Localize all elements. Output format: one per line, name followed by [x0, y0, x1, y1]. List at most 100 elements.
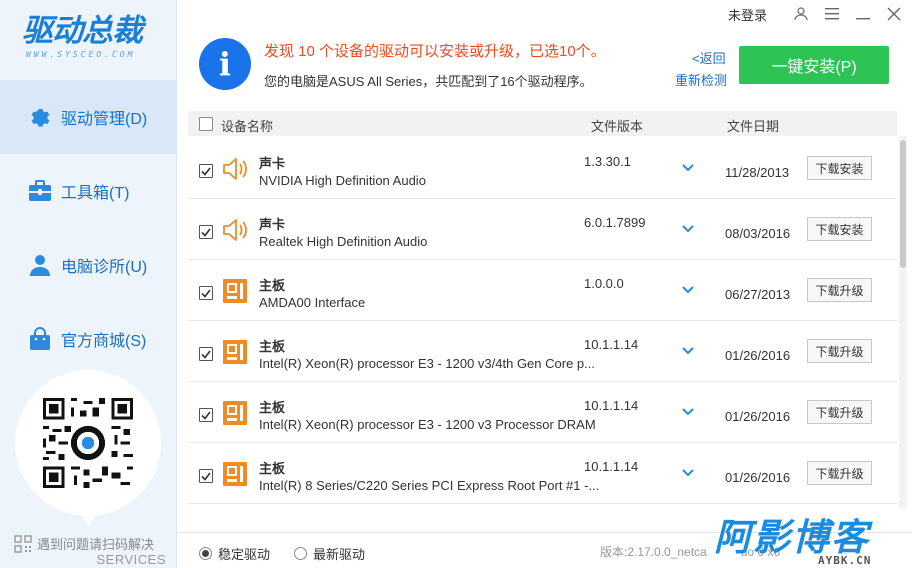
- row-checkbox[interactable]: [199, 286, 213, 300]
- file-date: 08/03/2016: [725, 226, 791, 241]
- file-version: 10.1.1.14: [584, 459, 639, 474]
- chevron-down-icon[interactable]: [681, 162, 695, 174]
- qr-code-bubble: [15, 370, 161, 526]
- back-link[interactable]: <返回: [692, 48, 726, 67]
- column-header-date: 文件日期: [727, 119, 780, 134]
- qr-code: [43, 398, 133, 488]
- device-category: 主板: [259, 400, 286, 415]
- download-install-button[interactable]: 下载安装: [807, 156, 872, 180]
- select-all-checkbox[interactable]: [199, 117, 213, 131]
- device-name: Intel(R) Xeon(R) processor E3 - 1200 v3 …: [259, 417, 599, 432]
- row-checkbox[interactable]: [199, 347, 213, 361]
- row-checkbox[interactable]: [199, 408, 213, 422]
- file-version: 6.0.1.7899: [584, 215, 646, 230]
- file-date: 11/28/2013: [725, 165, 790, 180]
- file-date: 06/27/2013: [725, 287, 791, 302]
- device-name: Intel(R) 8 Series/C220 Series PCI Expres…: [259, 478, 599, 493]
- nav-item-pc-clinic[interactable]: 电脑诊所(U): [0, 228, 177, 302]
- device-category: 主板: [259, 339, 286, 354]
- chevron-down-icon[interactable]: [681, 345, 695, 357]
- logo-text: 驱动总裁: [22, 13, 143, 49]
- download-install-button[interactable]: 下载安装: [807, 217, 872, 241]
- nav-item-official-store[interactable]: 官方商城(S): [0, 302, 177, 376]
- services-text: 遇到问题请扫码解决: [37, 537, 155, 552]
- chevron-down-icon[interactable]: [681, 284, 695, 296]
- file-date: 01/26/2016: [725, 409, 791, 424]
- table-row: 主板 Intel(R) Xeon(R) processor E3 - 1200 …: [188, 382, 897, 443]
- logo-subtext: WWW.SYSCEO.COM: [26, 50, 136, 59]
- watermark-text: 阿影博客: [714, 516, 870, 559]
- download-upgrade-button[interactable]: 下载升级: [807, 278, 872, 302]
- radio-button[interactable]: [294, 547, 307, 560]
- device-category: 声卡: [259, 217, 286, 232]
- table-row: 主板 AMDA00 Interface 1.0.0.0 06/27/2013 下…: [188, 260, 897, 321]
- app-logo: 驱动总裁 WWW.SYSCEO.COM: [22, 12, 162, 68]
- radio-label: 稳定驱动: [218, 547, 271, 562]
- chevron-down-icon[interactable]: [681, 467, 695, 479]
- sidebar-nav: 驱动管理(D) 工具箱(T) 电脑诊所(U) 官方商城(S): [0, 80, 177, 376]
- recheck-link[interactable]: 重新检测: [675, 70, 727, 89]
- table-header: 设备名称 文件版本 文件日期: [188, 111, 897, 136]
- device-name: NVIDIA High Definition Audio: [259, 173, 426, 188]
- services-label: SERVICES: [96, 552, 166, 567]
- radio-label: 最新驱动: [313, 547, 366, 562]
- window-topbar: 未登录: [728, 0, 912, 28]
- motherboard-icon: [223, 340, 247, 364]
- file-version: 1.3.30.1: [584, 154, 631, 169]
- motherboard-icon: [223, 401, 247, 425]
- driver-list: 声卡 NVIDIA High Definition Audio 1.3.30.1…: [188, 138, 897, 504]
- scrollbar-thumb[interactable]: [900, 140, 906, 268]
- services-caption: 遇到问题请扫码解决 SERVICES: [14, 534, 166, 567]
- device-category: 主板: [259, 278, 286, 293]
- row-checkbox[interactable]: [199, 164, 213, 178]
- download-upgrade-button[interactable]: 下载升级: [807, 400, 872, 424]
- watermark: 阿影博客 AYBK.CN: [714, 518, 912, 568]
- download-upgrade-button[interactable]: 下载升级: [807, 461, 872, 485]
- shopping-bag-icon: [27, 326, 53, 352]
- nav-label: 电脑诊所(U): [61, 259, 148, 276]
- table-row: 声卡 Realtek High Definition Audio 6.0.1.7…: [188, 199, 897, 260]
- qr-scan-icon: [14, 534, 32, 553]
- user-account-icon[interactable]: [785, 2, 816, 26]
- row-checkbox[interactable]: [199, 469, 213, 483]
- file-version: 10.1.1.14: [584, 398, 639, 413]
- file-date: 01/26/2016: [725, 470, 791, 485]
- table-row: 主板 Intel(R) 8 Series/C220 Series PCI Exp…: [188, 443, 897, 504]
- scan-result-message: 发现 10 个设备的驱动可以安装或升级，已选10个。: [264, 43, 606, 60]
- table-row: 声卡 NVIDIA High Definition Audio 1.3.30.1…: [188, 138, 897, 199]
- version-text-head: 版本:2.17.0.0_netca: [600, 545, 707, 559]
- device-category: 主板: [259, 461, 286, 476]
- radio-latest-driver[interactable]: 最新驱动: [294, 544, 365, 563]
- row-checkbox[interactable]: [199, 225, 213, 239]
- speaker-icon: [223, 219, 247, 241]
- column-header-name: 设备名称: [221, 119, 274, 134]
- user-icon: [27, 252, 53, 278]
- gear-icon: [27, 104, 53, 130]
- file-version: 1.0.0.0: [584, 276, 624, 291]
- menu-icon[interactable]: [816, 2, 847, 26]
- info-icon: i: [199, 38, 251, 90]
- nav-item-toolbox[interactable]: 工具箱(T): [0, 154, 177, 228]
- device-name: Realtek High Definition Audio: [259, 234, 428, 249]
- minimize-icon[interactable]: [847, 2, 878, 26]
- speaker-icon: [223, 158, 247, 180]
- device-name: Intel(R) Xeon(R) processor E3 - 1200 v3/…: [259, 356, 595, 371]
- sidebar: 驱动总裁 WWW.SYSCEO.COM 驱动管理(D) 工具箱(T) 电脑诊所(…: [0, 0, 177, 568]
- file-date: 01/26/2016: [725, 348, 791, 363]
- radio-stable-driver[interactable]: 稳定驱动: [199, 544, 270, 563]
- column-header-version: 文件版本: [591, 119, 644, 134]
- download-upgrade-button[interactable]: 下载升级: [807, 339, 872, 363]
- login-link[interactable]: 未登录: [728, 5, 767, 24]
- watermark-domain: AYBK.CN: [818, 554, 872, 567]
- one-click-install-button[interactable]: 一键安装(P): [739, 46, 889, 84]
- nav-label: 工具箱(T): [61, 185, 130, 202]
- scan-result-detail: 您的电脑是ASUS All Series，共匹配到了16个驱动程序。: [264, 74, 593, 89]
- nav-label: 官方商城(S): [61, 333, 147, 350]
- radio-button-selected[interactable]: [199, 547, 212, 560]
- nav-item-driver-management[interactable]: 驱动管理(D): [0, 80, 177, 154]
- motherboard-icon: [223, 462, 247, 486]
- close-icon[interactable]: [878, 2, 909, 26]
- chevron-down-icon[interactable]: [681, 223, 695, 235]
- file-version: 10.1.1.14: [584, 337, 639, 352]
- chevron-down-icon[interactable]: [681, 406, 695, 418]
